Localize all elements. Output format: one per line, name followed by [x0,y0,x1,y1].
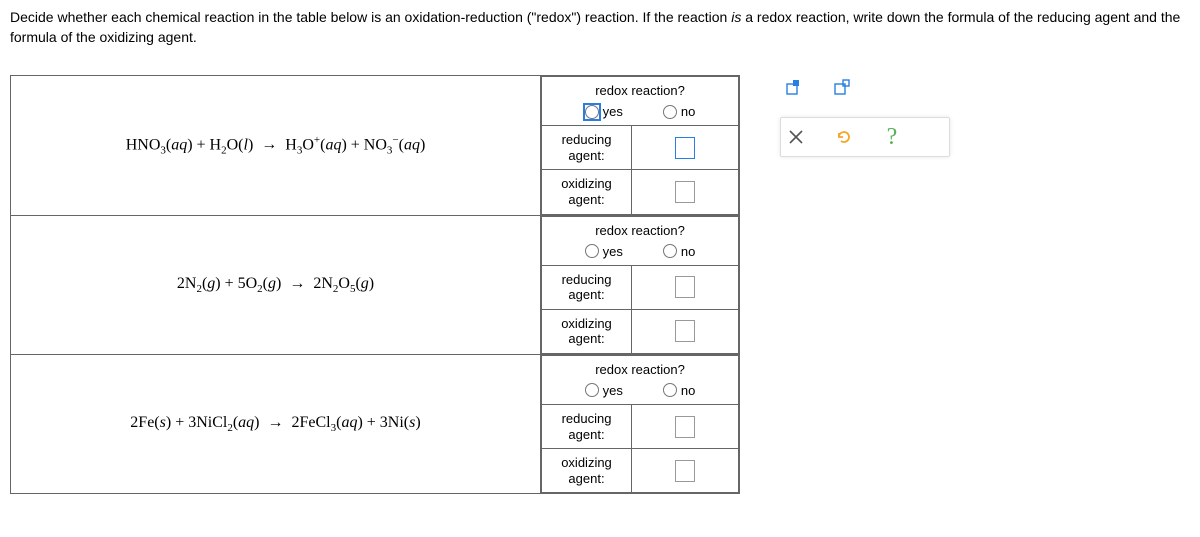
redox-yes-option[interactable]: yes [585,383,623,398]
oxidizing-agent-input[interactable] [676,321,694,341]
instructions-text: Decide whether each chemical reaction in… [10,8,1190,47]
oxidizing-agent-input[interactable] [676,182,694,202]
redox-yes-option[interactable]: yes [585,104,623,119]
oxidizing-agent-label: oxidizingagent: [542,449,632,493]
table-row: 2N2(g) + 5O2(g) → 2N2O5(g)redox reaction… [11,215,740,354]
answer-cell: redox reaction? yes no reducingagent: ox… [541,354,740,493]
instructions-part1: Decide whether each chemical reaction in… [10,9,731,25]
help-icon[interactable]: ? [881,126,903,148]
redox-question-label: redox reaction? yes no [542,355,739,404]
reducing-agent-label: reducingagent: [542,404,632,448]
answer-cell: redox reaction? yes no reducingagent: ox… [541,215,740,354]
redox-no-option[interactable]: no [663,104,695,119]
reducing-agent-label: reducingagent: [542,265,632,309]
table-row: 2Fe(s) + 3NiCl2(aq) → 2FeCl3(aq) + 3Ni(s… [11,354,740,493]
oxidizing-agent-label: oxidizingagent: [542,309,632,353]
reducing-agent-input[interactable] [676,138,694,158]
redox-question-label: redox reaction? yes no [542,216,739,265]
reaction-equation: 2Fe(s) + 3NiCl2(aq) → 2FeCl3(aq) + 3Ni(s… [11,354,541,493]
redox-yes-option[interactable]: yes [585,244,623,259]
overlap-squares-icon[interactable] [784,77,806,99]
reducing-agent-label: reducingagent: [542,126,632,170]
redox-question-label: redox reaction? yes no [542,77,739,126]
table-row: HNO3(aq) + H2O(l) → H3O+(aq) + NO3−(aq)r… [11,76,740,215]
sidebar-tools: ? [780,75,950,157]
reaction-equation: 2N2(g) + 5O2(g) → 2N2O5(g) [11,215,541,354]
instructions-emph: is [731,9,741,25]
redox-no-option[interactable]: no [663,244,695,259]
reactions-table: HNO3(aq) + H2O(l) → H3O+(aq) + NO3−(aq)r… [10,75,740,494]
reducing-agent-input[interactable] [676,277,694,297]
redox-no-option[interactable]: no [663,383,695,398]
oxidizing-agent-input[interactable] [676,461,694,481]
oxidizing-agent-label: oxidizingagent: [542,170,632,214]
answer-cell: redox reaction? yes no reducingagent: ox… [541,76,740,215]
undo-icon[interactable] [833,126,855,148]
overlap-outline-icon[interactable] [832,77,854,99]
close-icon[interactable] [785,126,807,148]
reaction-equation: HNO3(aq) + H2O(l) → H3O+(aq) + NO3−(aq) [11,76,541,215]
reducing-agent-input[interactable] [676,417,694,437]
